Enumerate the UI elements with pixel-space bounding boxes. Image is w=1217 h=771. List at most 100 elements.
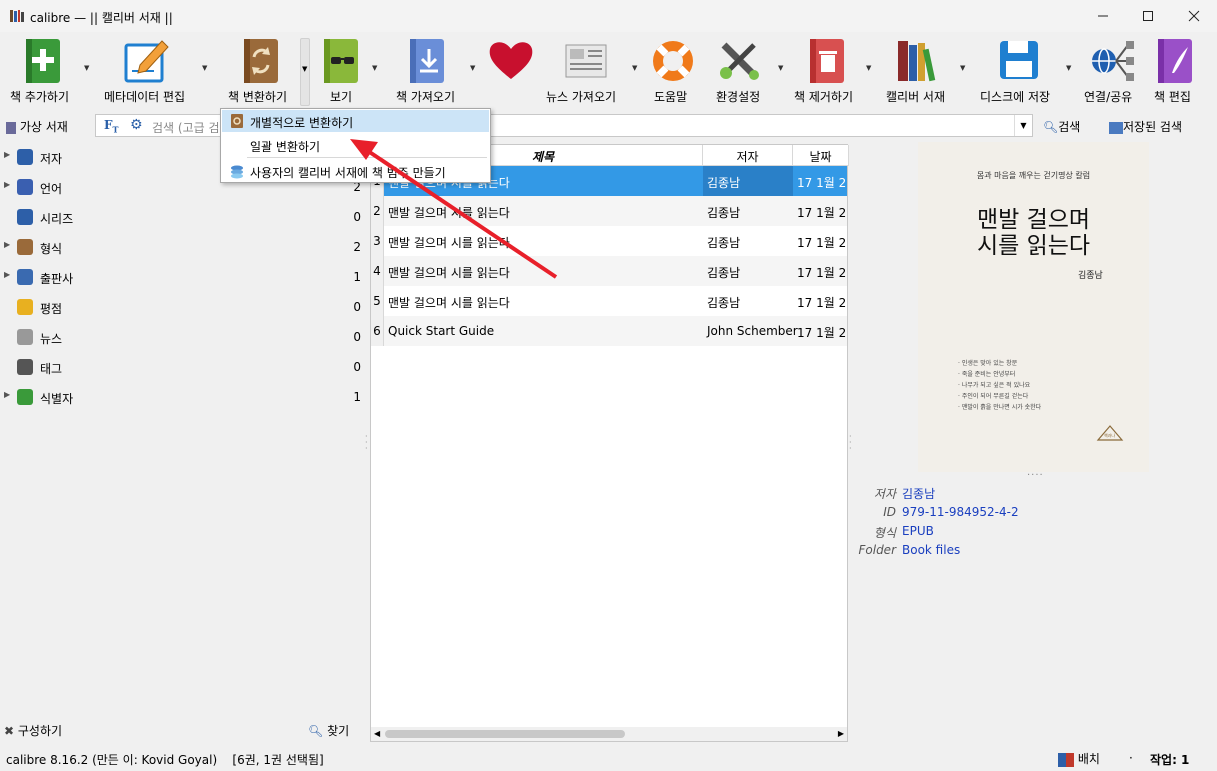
tag-category-2[interactable]: 시리즈 0 bbox=[0, 202, 367, 232]
horizontal-scrollbar[interactable]: ◀ ▶ bbox=[371, 727, 847, 741]
calibre-library-button[interactable]: 캘리버 서재 ▼ bbox=[880, 32, 970, 108]
minimize-icon bbox=[1098, 15, 1108, 17]
left-splitter-handle[interactable]: · · · bbox=[365, 433, 369, 458]
chevron-down-icon[interactable]: ▼ bbox=[470, 64, 475, 72]
edit-book-label: 책 편집 bbox=[1154, 90, 1191, 104]
table-row[interactable]: 3 맨발 걸으며 시를 읽는다 김종남 17 1월 2 bbox=[371, 226, 847, 256]
book-cover[interactable]: 몸과 마음을 깨우는 걷기명상 칼럼 맨발 걸으며 시를 읽는다 김종남 · 인… bbox=[918, 142, 1149, 472]
news-small-icon bbox=[17, 329, 33, 345]
detail-author-link[interactable]: 김종남 bbox=[902, 485, 935, 502]
menu-item-create-library-category[interactable]: 사용자의 캘리버 서재에 책 범주 만들기 bbox=[222, 160, 489, 182]
chevron-down-icon[interactable]: ▼ bbox=[960, 64, 965, 72]
detail-format-link[interactable]: EPUB bbox=[902, 524, 934, 538]
chevron-down-icon[interactable]: ▼ bbox=[372, 64, 377, 72]
table-row[interactable]: 5 맨발 걸으며 시를 읽는다 김종남 17 1월 2 bbox=[371, 286, 847, 316]
find-in-tags-button[interactable]: 🔍︎ 찾기 bbox=[308, 722, 349, 739]
tag-category-8[interactable]: ▶ 식별자 1 bbox=[0, 382, 367, 412]
row-number: 6 bbox=[371, 316, 384, 346]
tag-browser: ▶ 저자 ▶ 언어 2 시리즈 0 ▶ 형식 2 ▶ 출판사 1 평점 0 뉴스 0 태그 0 ▶ 식별자 1 bbox=[0, 142, 367, 748]
tag-category-6[interactable]: 뉴스 0 bbox=[0, 322, 367, 352]
table-row[interactable]: 4 맨발 걸으며 시를 읽는다 김종남 17 1월 2 bbox=[371, 256, 847, 286]
book-author-cell: 김종남 bbox=[707, 236, 741, 250]
expand-arrow-icon[interactable]: ▶ bbox=[4, 180, 10, 189]
calibre-app-icon bbox=[10, 10, 24, 22]
donate-heart-button[interactable] bbox=[484, 32, 538, 108]
remove-book-icon bbox=[810, 39, 844, 83]
expand-arrow-icon[interactable]: ▶ bbox=[4, 270, 10, 279]
scrollbar-thumb[interactable] bbox=[385, 730, 625, 738]
edit-book-icon bbox=[1158, 39, 1192, 83]
chevron-down-icon[interactable]: ▼ bbox=[778, 64, 783, 72]
tag-category-3[interactable]: ▶ 형식 2 bbox=[0, 232, 367, 262]
heart-icon bbox=[489, 42, 533, 79]
table-row[interactable]: 2 맨발 걸으며 시를 읽는다 김종남 17 1월 2 bbox=[371, 196, 847, 226]
save-to-disk-button[interactable]: 디스크에 저장 ▼ bbox=[976, 32, 1076, 108]
help-label: 도움말 bbox=[654, 90, 688, 104]
full-text-search-icon[interactable]: FT bbox=[104, 118, 118, 134]
book-title-cell: 맨발 걸으며 시를 읽는다 bbox=[388, 206, 510, 220]
cover-splitter-handle[interactable]: ···· bbox=[1027, 470, 1044, 481]
preferences-button[interactable]: 환경설정 ▼ bbox=[706, 32, 783, 108]
book-author-cell: 김종남 bbox=[707, 296, 741, 310]
chevron-down-icon[interactable]: ▼ bbox=[1066, 64, 1071, 72]
edit-metadata-label: 메타데이터 편집 bbox=[104, 90, 186, 104]
chevron-down-icon: ▼ bbox=[302, 65, 308, 73]
tag-category-7[interactable]: 태그 0 bbox=[0, 352, 367, 382]
connect-share-button[interactable]: 연결/공유 bbox=[1082, 32, 1142, 108]
tag-category-4[interactable]: ▶ 출판사 1 bbox=[0, 262, 367, 292]
gear-icon[interactable]: ⚙ bbox=[130, 117, 143, 133]
convert-menu-toggle[interactable]: ▼ bbox=[300, 38, 310, 106]
scroll-left-icon[interactable]: ◀ bbox=[374, 729, 380, 738]
view-book-button[interactable]: 보기 ▼ bbox=[316, 32, 382, 108]
expand-arrow-icon[interactable]: ▶ bbox=[4, 390, 10, 399]
row-number: 4 bbox=[371, 256, 384, 286]
menu-item-convert-individually[interactable]: 개별적으로 변환하기 bbox=[222, 110, 489, 132]
add-book-button[interactable]: 책 추가하기 ▼ bbox=[0, 32, 96, 108]
tag-category-count: 0 bbox=[353, 210, 361, 224]
search-history-dropdown[interactable]: ▼ bbox=[1014, 115, 1032, 136]
chevron-down-icon[interactable]: ▼ bbox=[866, 64, 871, 72]
add-book-icon bbox=[26, 39, 60, 83]
scroll-right-icon[interactable]: ▶ bbox=[838, 729, 844, 738]
virtual-library-button[interactable]: 가상 서재 bbox=[6, 118, 68, 135]
close-icon bbox=[1188, 10, 1200, 22]
preferences-icon bbox=[720, 42, 759, 80]
fetch-news-button[interactable]: 뉴스 가져오기 ▼ bbox=[542, 32, 642, 108]
search-placeholder: 검색 (고급 검 bbox=[152, 121, 220, 135]
expand-arrow-icon[interactable]: ▶ bbox=[4, 150, 10, 159]
close-button[interactable] bbox=[1171, 0, 1217, 32]
book-author-cell: 김종남 bbox=[707, 176, 741, 190]
menu-item-bulk-convert[interactable]: 일괄 변환하기 bbox=[222, 134, 489, 156]
table-row[interactable]: 6 Quick Start Guide John Schember 17 1월 2 bbox=[371, 316, 847, 346]
help-button[interactable]: 도움말 bbox=[646, 32, 700, 108]
saved-search-button[interactable]: 저장된 검색 bbox=[1109, 118, 1182, 135]
chevron-down-icon[interactable]: ▼ bbox=[632, 64, 637, 72]
right-splitter-handle[interactable]: · · · bbox=[849, 433, 853, 458]
detail-folder-link[interactable]: Book files bbox=[902, 543, 960, 557]
search-button[interactable]: 🔍︎검색 bbox=[1043, 118, 1080, 135]
jobs-button[interactable]: 작업: 1 bbox=[1150, 751, 1189, 768]
chevron-down-icon[interactable]: ▼ bbox=[84, 64, 89, 72]
edit-book-button[interactable]: 책 편집 bbox=[1148, 32, 1208, 108]
menu-divider bbox=[247, 157, 487, 158]
minimize-button[interactable] bbox=[1080, 0, 1126, 32]
chevron-down-icon[interactable]: ▼ bbox=[202, 64, 207, 72]
column-header-date[interactable]: 날짜 bbox=[793, 145, 849, 166]
maximize-button[interactable] bbox=[1125, 0, 1171, 32]
column-header-author[interactable]: 저자 bbox=[703, 145, 793, 166]
view-book-label: 보기 bbox=[330, 90, 353, 104]
book-title-cell: 맨발 걸으며 시를 읽는다 bbox=[388, 266, 510, 280]
layout-button[interactable]: 배치 bbox=[1058, 750, 1100, 767]
remove-book-button[interactable]: 책 제거하기 ▼ bbox=[788, 32, 872, 108]
expand-arrow-icon[interactable]: ▶ bbox=[4, 240, 10, 249]
configure-tag-browser-button[interactable]: ✖ 구성하기 bbox=[4, 722, 62, 739]
convert-book-button[interactable]: 책 변환하기 bbox=[220, 32, 300, 108]
tag-category-count: 1 bbox=[353, 390, 361, 404]
tag-category-5[interactable]: 평점 0 bbox=[0, 292, 367, 322]
detail-id-link[interactable]: 979-11-984952-4-2 bbox=[902, 505, 1019, 519]
row-number: 3 bbox=[371, 226, 384, 256]
search-icon: 🔍︎ bbox=[1043, 120, 1059, 134]
get-books-button[interactable]: 책 가져오기 ▼ bbox=[390, 32, 482, 108]
edit-metadata-button[interactable]: 메타데이터 편집 ▼ bbox=[100, 32, 212, 108]
search-bar-row: 가상 서재 FT ⚙ 검색 (고급 검 ▼ 🔍︎검색 저장된 검색 bbox=[0, 111, 1217, 139]
